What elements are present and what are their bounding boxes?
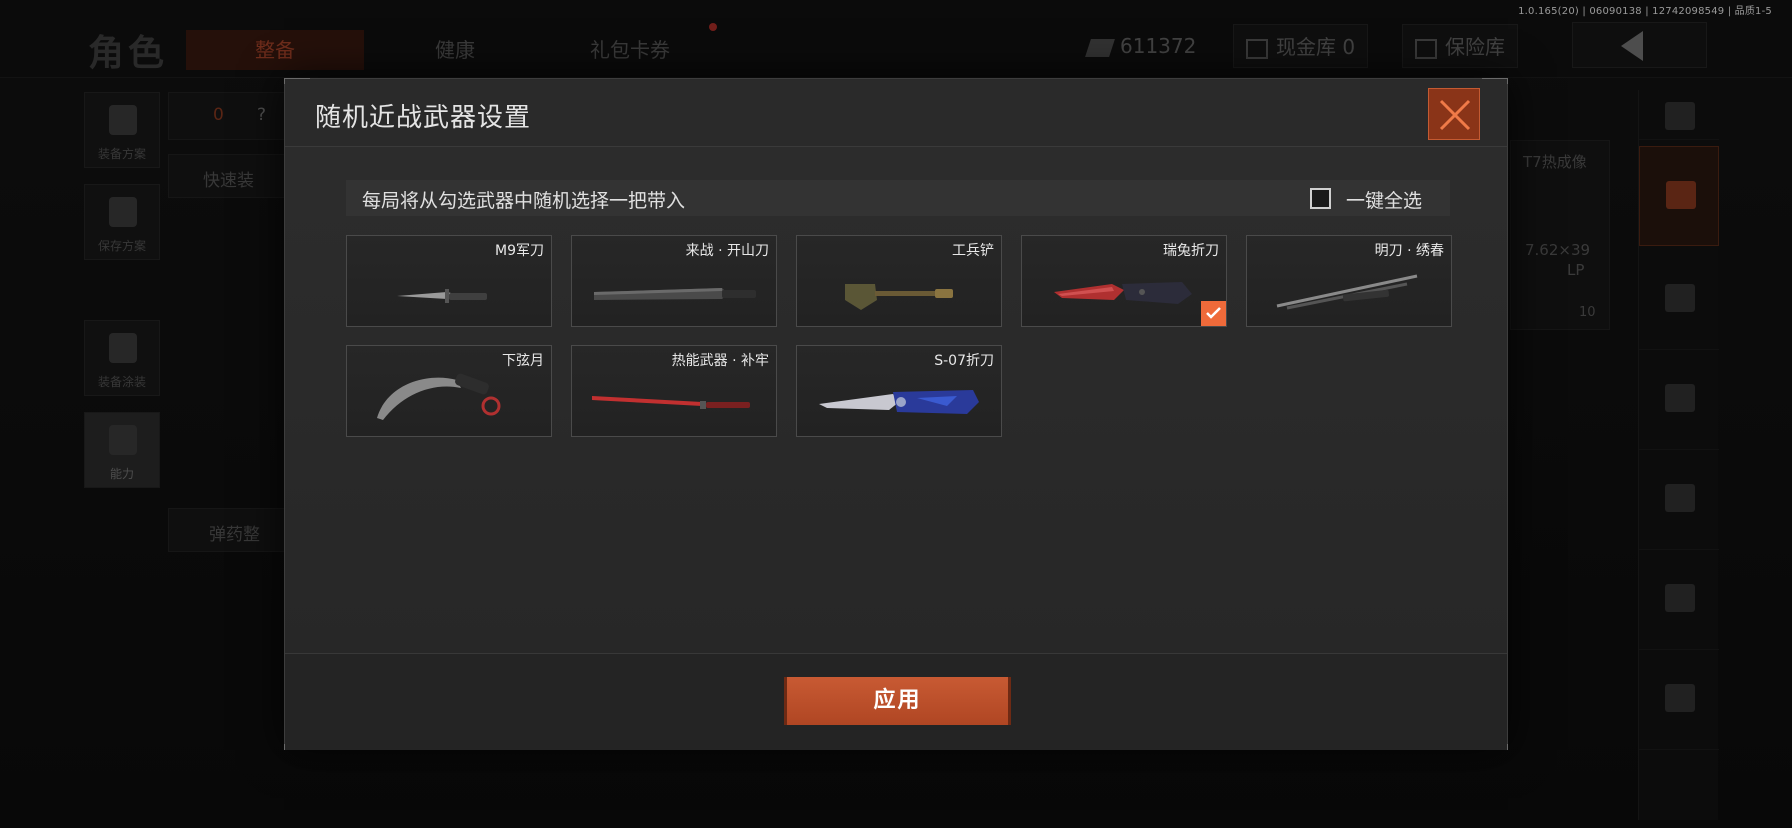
close-x-icon <box>1439 99 1471 131</box>
select-all-label: 一键全选 <box>1346 190 1423 212</box>
machete-icon <box>594 288 756 300</box>
apply-button[interactable]: 应用 <box>784 677 1011 725</box>
shovel-icon <box>845 284 953 310</box>
select-all-checkbox[interactable] <box>1310 188 1331 209</box>
info-text: 每局将从勾选武器中随机选择一把带入 <box>362 190 686 212</box>
combat-knife-icon <box>397 289 487 303</box>
weapon-card-karambit[interactable]: 下弦月 <box>346 345 552 437</box>
checkmark-icon <box>1206 307 1221 319</box>
weapon-checked-badge[interactable] <box>1201 301 1226 326</box>
dual-blades-icon <box>1276 274 1418 310</box>
weapon-card-s07[interactable]: S-07折刀 <box>796 345 1002 437</box>
thermal-blade-icon <box>592 396 750 409</box>
weapon-card-rabbit-knife[interactable]: 瑞兔折刀 <box>1021 235 1227 327</box>
apply-label: 应用 <box>873 688 922 713</box>
karambit-icon <box>377 373 501 420</box>
weapon-card-machete[interactable]: 来战 · 开山刀 <box>571 235 777 327</box>
weapon-grid: M9军刀 来战 · 开山刀 工兵铲 瑞兔折刀 明刀 · 绣春 下弦月 热能武器 … <box>346 235 1456 465</box>
weapon-card-m9[interactable]: M9军刀 <box>346 235 552 327</box>
close-button[interactable] <box>1428 88 1480 140</box>
weapon-card-dual-blades[interactable]: 明刀 · 绣春 <box>1246 235 1452 327</box>
modal-title: 随机近战武器设置 <box>315 103 532 133</box>
weapon-card-thermal-blade[interactable]: 热能武器 · 补牢 <box>571 345 777 437</box>
random-melee-modal: 随机近战武器设置 每局将从勾选武器中随机选择一把带入 一键全选 M9军刀 来战 … <box>284 78 1508 750</box>
folding-knife-icon <box>1054 282 1192 304</box>
weapon-card-shovel[interactable]: 工兵铲 <box>796 235 1002 327</box>
info-bar: 每局将从勾选武器中随机选择一把带入 一键全选 <box>346 180 1450 216</box>
modal-header: 随机近战武器设置 <box>285 79 1507 147</box>
blue-folding-knife-icon <box>819 390 979 414</box>
